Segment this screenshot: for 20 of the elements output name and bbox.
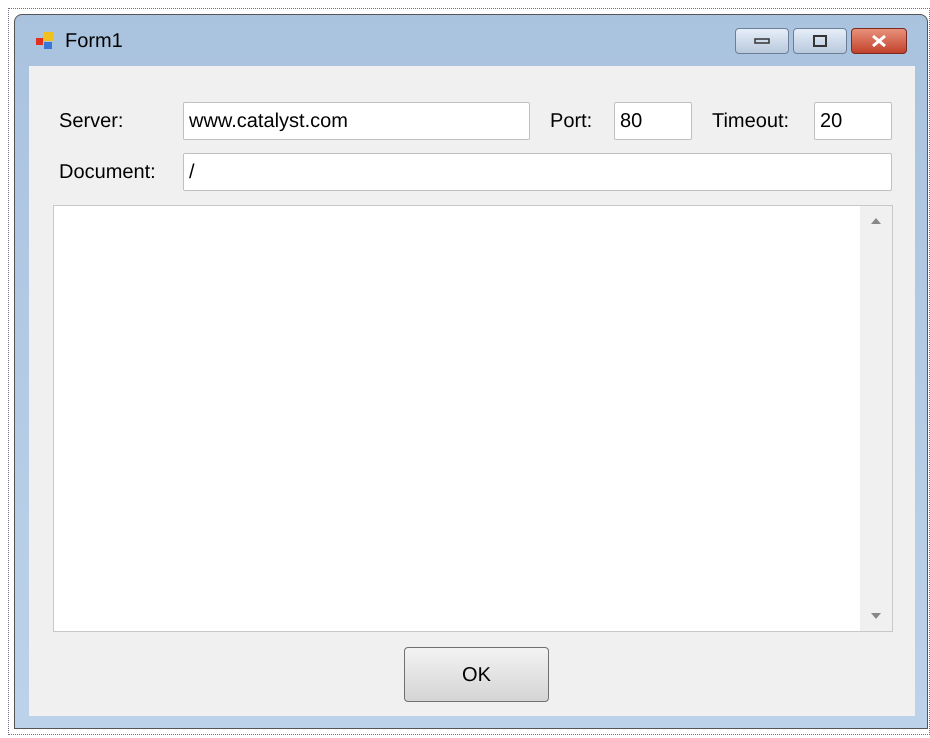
field-label: Timeout: (712, 109, 790, 134)
app-icon (35, 30, 55, 50)
input-field[interactable]: www.catalyst.com (183, 102, 530, 140)
window-title: Form1 (65, 28, 123, 54)
scrollbar[interactable] (860, 206, 892, 631)
ok-button[interactable]: OK (404, 647, 549, 702)
input-field[interactable]: / (183, 153, 892, 191)
field-label: Port: (550, 109, 594, 134)
input-field[interactable]: 20 (814, 102, 892, 140)
restore-icon (812, 34, 828, 48)
close-button[interactable] (851, 28, 907, 54)
field-label: Document: (59, 160, 157, 185)
minimize-button[interactable] (735, 28, 789, 54)
scroll-down-icon[interactable] (871, 613, 881, 619)
maximize-button[interactable] (793, 28, 847, 54)
scroll-up-icon[interactable] (871, 218, 881, 224)
minimize-icon (754, 38, 770, 44)
close-icon (871, 34, 887, 48)
input-field[interactable]: 80 (614, 102, 692, 140)
field-label: Server: (59, 109, 124, 134)
